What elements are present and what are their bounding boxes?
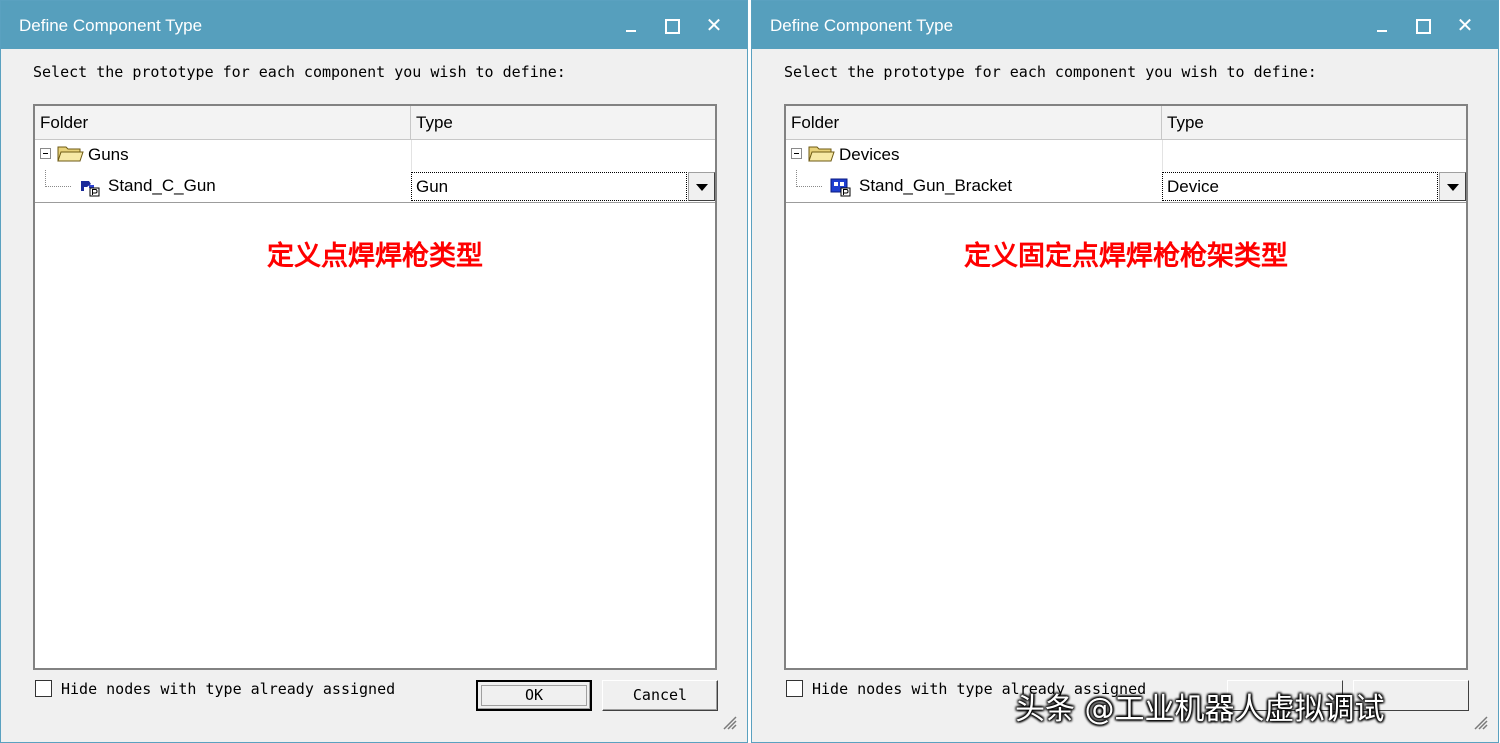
cell-divider bbox=[411, 140, 412, 171]
list-header: Folder Type bbox=[35, 106, 715, 140]
define-component-type-dialog-device: Define Component Type ✕ Select the proto… bbox=[751, 0, 1499, 743]
folder-label: Guns bbox=[88, 145, 129, 164]
folder-label: Devices bbox=[839, 145, 900, 164]
maximize-button[interactable] bbox=[657, 11, 687, 39]
title-bar[interactable]: Define Component Type ✕ bbox=[752, 1, 1498, 49]
component-label: Stand_C_Gun bbox=[108, 176, 216, 195]
annotation-text: 定义固定点焊焊枪枪架类型 bbox=[964, 241, 1288, 272]
minimize-icon bbox=[626, 30, 636, 32]
type-combobox-value[interactable]: Device bbox=[1162, 172, 1438, 201]
component-tree-list[interactable]: Folder Type Guns Stand_C_Gun Gun 定义点焊焊枪类… bbox=[33, 104, 717, 670]
instruction-text: Select the prototype for each component … bbox=[33, 63, 566, 81]
resize-grip-icon[interactable] bbox=[1470, 712, 1488, 730]
type-combobox[interactable]: Gun bbox=[411, 172, 715, 201]
instruction-text: Select the prototype for each component … bbox=[784, 63, 1317, 81]
define-component-type-dialog-gun: Define Component Type ✕ Select the proto… bbox=[0, 0, 748, 743]
close-icon: ✕ bbox=[705, 13, 723, 37]
annotation-text: 定义点焊焊枪类型 bbox=[267, 241, 483, 272]
list-header: Folder Type bbox=[786, 106, 1466, 140]
dropdown-arrow-button[interactable] bbox=[688, 172, 715, 201]
column-header-type[interactable]: Type bbox=[411, 106, 717, 139]
type-combobox-value[interactable]: Gun bbox=[411, 172, 687, 201]
tree-line bbox=[45, 186, 71, 187]
component-tree-list[interactable]: Folder Type Devices Stand_Gun_Bracket De… bbox=[784, 104, 1468, 670]
folder-open-icon bbox=[57, 146, 84, 162]
column-header-type[interactable]: Type bbox=[1162, 106, 1468, 139]
tree-line bbox=[796, 186, 822, 187]
cancel-button[interactable]: Cancel bbox=[602, 680, 718, 711]
maximize-button[interactable] bbox=[1408, 11, 1438, 39]
maximize-icon bbox=[1416, 19, 1431, 34]
tree-row-folder[interactable]: Devices bbox=[786, 140, 1466, 171]
maximize-icon bbox=[665, 19, 680, 34]
minimize-button[interactable] bbox=[615, 11, 645, 39]
rows-divider bbox=[35, 202, 715, 203]
collapse-toggle-icon[interactable] bbox=[791, 148, 802, 159]
close-button[interactable]: ✕ bbox=[1450, 11, 1480, 39]
dropdown-arrow-button[interactable] bbox=[1439, 172, 1466, 201]
ok-button[interactable]: OK bbox=[476, 680, 592, 711]
tree-row-component[interactable]: Stand_C_Gun Gun bbox=[35, 170, 715, 202]
minimize-icon bbox=[1377, 30, 1387, 32]
tree-line bbox=[796, 170, 797, 187]
minimize-button[interactable] bbox=[1366, 11, 1396, 39]
folder-open-icon bbox=[808, 146, 835, 162]
tree-line bbox=[45, 170, 46, 187]
watermark-text: 头条 @工业机器人虚拟调试 bbox=[1015, 692, 1385, 727]
column-header-folder[interactable]: Folder bbox=[786, 106, 1162, 139]
tree-row-folder[interactable]: Guns bbox=[35, 140, 715, 171]
device-component-icon bbox=[830, 178, 851, 197]
component-label: Stand_Gun_Bracket bbox=[859, 176, 1013, 195]
hide-nodes-checkbox[interactable] bbox=[786, 680, 803, 697]
gun-component-icon bbox=[81, 181, 100, 197]
cell-divider bbox=[1162, 140, 1163, 171]
close-button[interactable]: ✕ bbox=[699, 11, 729, 39]
close-icon: ✕ bbox=[1456, 13, 1474, 37]
tree-row-component[interactable]: Stand_Gun_Bracket Device bbox=[786, 170, 1466, 202]
window-title: Define Component Type bbox=[770, 16, 954, 35]
hide-nodes-label[interactable]: Hide nodes with type already assigned bbox=[61, 680, 395, 698]
window-title: Define Component Type bbox=[19, 16, 203, 35]
hide-nodes-checkbox[interactable] bbox=[35, 680, 52, 697]
title-bar[interactable]: Define Component Type ✕ bbox=[1, 1, 747, 49]
column-header-folder[interactable]: Folder bbox=[35, 106, 411, 139]
rows-divider bbox=[786, 202, 1466, 203]
collapse-toggle-icon[interactable] bbox=[40, 148, 51, 159]
resize-grip-icon[interactable] bbox=[719, 712, 737, 730]
type-combobox[interactable]: Device bbox=[1162, 172, 1466, 201]
